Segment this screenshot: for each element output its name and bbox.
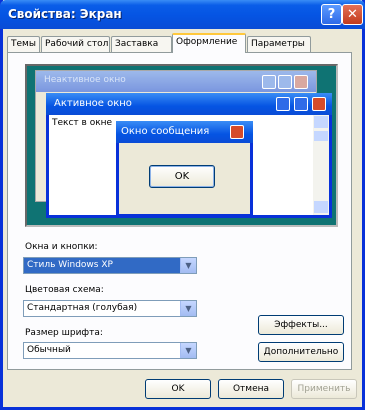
- scroll-up-icon: [314, 116, 328, 128]
- minimize-icon: [276, 97, 290, 111]
- windows-buttons-value: Стиль Windows XP: [27, 260, 113, 270]
- font-size-select[interactable]: Обычный ▼: [23, 342, 197, 359]
- chevron-down-icon[interactable]: ▼: [180, 258, 196, 273]
- close-icon: ✕: [347, 7, 358, 22]
- cancel-button[interactable]: Отмена: [218, 379, 284, 399]
- scroll-thumb: [314, 131, 328, 141]
- scroll-down-icon: [314, 201, 328, 213]
- window-title: Свойства: Экран: [8, 7, 122, 21]
- tab-themes[interactable]: Темы: [7, 36, 40, 52]
- preview-scrollbar: [313, 115, 329, 215]
- chevron-down-icon[interactable]: ▼: [180, 343, 196, 358]
- ok-button[interactable]: OK: [145, 379, 211, 399]
- close-icon: [294, 75, 308, 89]
- tab-appearance[interactable]: Оформление: [172, 33, 246, 53]
- close-icon: [230, 125, 244, 139]
- maximize-icon: [278, 75, 292, 89]
- title-bar[interactable]: Свойства: Экран ? ✕: [0, 0, 365, 29]
- tab-screensaver[interactable]: Заставка: [111, 36, 172, 52]
- close-icon: [312, 97, 326, 111]
- advanced-button[interactable]: Дополнительно: [258, 342, 344, 362]
- color-scheme-value: Стандартная (голубая): [27, 303, 138, 313]
- color-scheme-label: Цветовая схема:: [25, 285, 104, 295]
- close-button[interactable]: ✕: [342, 4, 363, 25]
- font-size-value: Обычный: [27, 345, 71, 355]
- appearance-preview: Неактивное окно Активное окно Текст в ок…: [25, 64, 338, 227]
- question-icon: ?: [327, 7, 336, 22]
- color-scheme-select[interactable]: Стандартная (голубая) ▼: [23, 300, 197, 317]
- apply-button[interactable]: Применить: [291, 379, 357, 399]
- windows-buttons-label: Окна и кнопки:: [25, 242, 98, 252]
- message-ok-button: OK: [149, 165, 215, 188]
- help-button[interactable]: ?: [321, 4, 342, 25]
- message-box-preview: Окно сообщения OK: [116, 121, 253, 217]
- window-text: Текст в окне: [52, 118, 113, 128]
- tab-desktop[interactable]: Рабочий стол: [41, 36, 110, 52]
- windows-buttons-select[interactable]: Стиль Windows XP ▼: [23, 257, 197, 274]
- tab-settings[interactable]: Параметры: [247, 36, 311, 52]
- font-size-label: Размер шрифта:: [25, 328, 103, 338]
- restore-icon: [294, 97, 308, 111]
- chevron-down-icon[interactable]: ▼: [180, 301, 196, 316]
- minimize-icon: [262, 75, 276, 89]
- effects-button[interactable]: Эффекты...: [258, 315, 344, 335]
